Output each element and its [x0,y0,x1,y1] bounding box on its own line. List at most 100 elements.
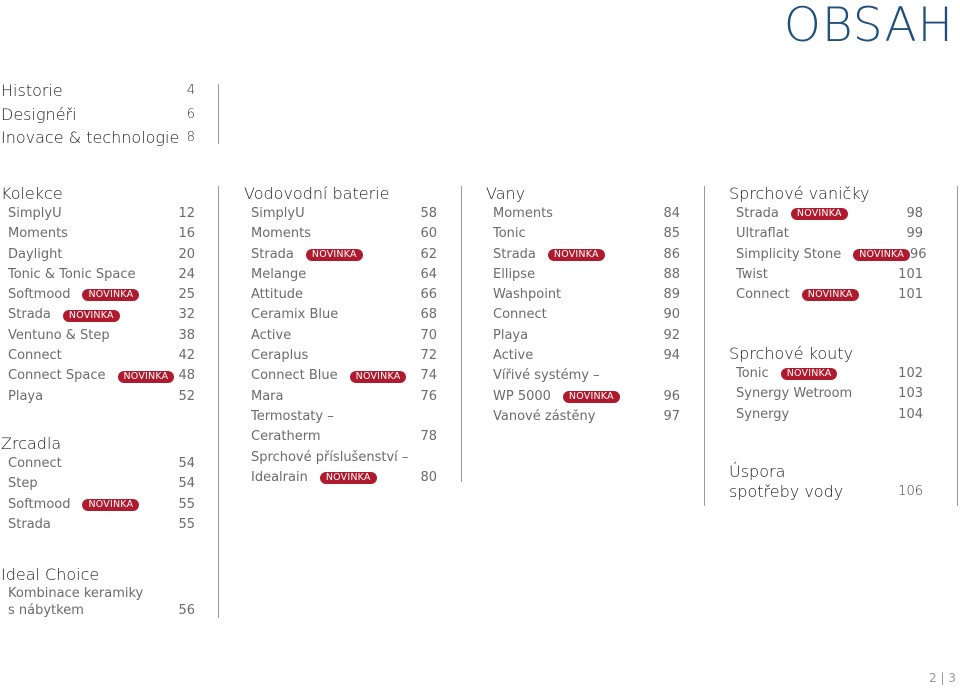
entry-label-line: Connect Space NOVINKA [8,366,175,386]
entry-page: 25 [178,287,195,303]
entry-label-line1: Termostaty – [251,408,334,424]
toc-entry[interactable]: Connect Blue NOVINKA 74 [244,366,437,386]
toc-entry[interactable]: Synergy 104 [729,405,923,425]
novinka-badge: NOVINKA [562,390,620,403]
entry-label: Connect Blue NOVINKA [251,366,407,386]
toc-entry[interactable]: Mara 76 [244,387,437,407]
entry-page: 56 [178,603,195,618]
toc-entry[interactable]: Synergy Wetroom 103 [729,384,923,404]
toc-entry[interactable]: Termostaty – Ceratherm 78 [244,407,437,448]
entry-label-line: Ceramix Blue [251,305,338,325]
toc-entry[interactable]: Moments 16 [1,224,195,244]
toc-entry[interactable]: Vířivé systémy – WP 5000 NOVINKA 96 [486,366,680,407]
entry-label-text: Playa [8,388,44,404]
toc-entry[interactable]: Tonic & Tonic Space 24 [1,265,195,285]
entry-page: 64 [420,266,437,282]
entry-label: Moments [251,224,311,244]
entry-label-line: Tonic NOVINKA [736,364,838,384]
toc-entry[interactable]: Ultraflat 99 [729,224,923,244]
entry-label-line: Synergy Wetroom [736,384,852,404]
toc-entry[interactable]: Softmood NOVINKA 55 [1,495,195,515]
entry-label-text: Washpoint [493,287,562,303]
entry-label-line: Ultraflat [736,224,789,244]
entry-page: 90 [663,307,680,323]
entry-label-line: Connect NOVINKA [736,285,859,305]
toc-entry[interactable]: SimplyU 58 [244,204,437,224]
toc-entry[interactable]: Strada NOVINKA 32 [1,305,195,325]
toc-entry[interactable]: Tonic NOVINKA 102 [729,364,923,384]
entry-label-text: Softmood [8,287,71,303]
toc-entry[interactable]: Simplicity Stone NOVINKA 96 [729,245,927,265]
entry-page: 72 [420,348,437,364]
toc-entry[interactable]: Ceramix Blue 68 [244,305,437,325]
entry-label-text: Strada [493,246,536,262]
toc-entry[interactable]: Connect Space NOVINKA 48 [1,366,195,386]
entry-label-text: Strada [736,206,779,221]
toc-entry[interactable]: Ventuno & Step 38 [1,326,195,346]
toc-entry[interactable]: Moments 60 [244,224,437,244]
entry-page: 55 [178,496,195,512]
entry-label: Twist [736,265,768,285]
section-heading: Zrcadla [1,434,62,453]
toc-entry[interactable]: Melange 64 [244,265,437,285]
entry-label: Moments [493,204,553,224]
toc-entry[interactable]: Active 94 [486,346,680,366]
entry-label-text: Connect [8,456,62,471]
entry-page: 99 [906,226,923,242]
toc-entry[interactable]: Connect 54 [1,454,195,474]
toc-entry-historie[interactable]: Historie 4 [1,79,195,103]
entry-label: Tonic NOVINKA [736,364,838,384]
entry-label-line: Moments [251,224,311,244]
toc-entry[interactable]: Strada 55 [1,515,195,535]
entry-label-line1: Vířivé systémy – [493,368,600,384]
entry-label-line2: Ceratherm [251,427,334,447]
toc-entry[interactable]: Strada NOVINKA 86 [486,245,680,265]
section-uspora[interactable]: Úspora spotřeby vody 106 [729,462,923,502]
toc-entry[interactable]: Tonic 85 [486,224,680,244]
toc-entry[interactable]: Strada NOVINKA 98 [729,204,923,224]
toc-entry[interactable]: Vanové zástěny 97 [486,407,680,427]
entry-label-line: Washpoint [493,285,561,305]
entry-page: 8 [186,130,195,145]
novinka-badge: NOVINKA [62,309,120,322]
entry-label-text: Playa [493,327,529,343]
entry-label-text: Synergy Wetroom [736,386,853,402]
toc-entry[interactable]: Step 54 [1,474,195,494]
entry-label: Strada NOVINKA [493,245,605,265]
divider-top [218,84,219,144]
section-heading: Ideal Choice [1,565,100,584]
toc-entry[interactable]: Kombinace keramiky s nábytkem 56 [1,585,195,619]
toc-entry[interactable]: Active 70 [244,326,437,346]
entry-label: Tonic [493,224,526,244]
entry-label: Ceraplus [251,346,308,366]
toc-entry[interactable]: Ellipse 88 [486,265,680,285]
toc-entry[interactable]: Strada NOVINKA 62 [244,245,437,265]
toc-entry[interactable]: Softmood NOVINKA 25 [1,285,195,305]
toc-entry[interactable]: Twist 101 [729,265,923,285]
entry-page: 6 [186,106,195,122]
entry-page: 20 [178,246,195,262]
toc-entry[interactable]: Sprchové příslušenství – Idealrain NOVINKA… [244,448,437,489]
toc-entry[interactable]: Connect 90 [486,305,680,325]
toc-entry[interactable]: Connect 42 [1,346,195,366]
entry-label-text: Ceratherm [251,429,321,445]
toc-entry[interactable]: Washpoint 89 [486,285,680,305]
toc-entry-inovace[interactable]: Inovace & technologie 8 [1,126,195,150]
toc-entry[interactable]: Attitude 66 [244,285,437,305]
entry-label: Ventuno & Step [8,326,110,346]
entry-label-line: Strada NOVINKA [493,245,605,265]
entry-label-line: SimplyU [8,204,62,224]
toc-entry[interactable]: Playa 52 [1,387,195,407]
toc-entry[interactable]: SimplyU 12 [1,204,195,224]
toc-entry[interactable]: Playa 92 [486,326,680,346]
entry-label-line: Active [493,346,533,366]
entry-label: Kombinace keramiky s nábytkem [8,585,143,619]
toc-entry[interactable]: Moments 84 [486,204,680,224]
entry-page: 106 [898,484,923,499]
toc-entry[interactable]: Ceraplus 72 [244,346,437,366]
toc-entry[interactable]: Daylight 20 [1,245,195,265]
entry-page: 52 [178,388,195,404]
entry-label-line: Vanové zástěny [493,407,595,427]
toc-entry[interactable]: Connect NOVINKA 101 [729,285,923,305]
toc-entry-designeri[interactable]: Designéři 6 [1,103,195,127]
